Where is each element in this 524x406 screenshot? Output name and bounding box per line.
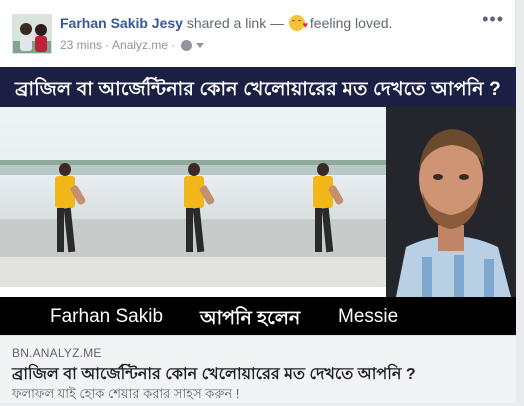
person-photo-2 — [177, 163, 216, 259]
person-photo-3 — [306, 163, 345, 259]
footballer-photo[interactable] — [386, 107, 516, 297]
post-card: Farhan Sakib Jesy shared a link — ♥ feel… — [0, 0, 516, 403]
globe-icon[interactable] — [181, 39, 193, 51]
link-title[interactable]: ব্রাজিল বা আর্জেন্টিনার কোন খেলোয়ারের ম… — [12, 361, 416, 388]
more-options-icon[interactable]: ••• — [482, 10, 504, 28]
chevron-down-icon[interactable] — [196, 42, 205, 48]
image-caption-bar: Farhan Sakib আপনি হলেন Messie — [0, 297, 516, 335]
caption-user-name: Farhan Sakib — [50, 306, 164, 327]
post-headline: Farhan Sakib Jesy shared a link — ♥ feel… — [60, 15, 392, 31]
user-photos-panel[interactable] — [0, 107, 386, 287]
post-timestamp[interactable]: 23 mins — [60, 38, 102, 52]
image-title-banner: ব্রাজিল বা আর্জেন্টিনার কোন খেলোয়ারের ম… — [0, 67, 516, 107]
post-meta: 23 mins · Analyz.me · — [60, 38, 205, 52]
link-preview[interactable]: BN.ANALYZ.ME ব্রাজিল বা আর্জেন্টিনার কোন… — [0, 335, 516, 403]
link-domain: BN.ANALYZ.ME — [12, 346, 102, 360]
image-banner-text: ব্রাজিল বা আর্জেন্টিনার কোন খেলোয়ারের ম… — [15, 79, 501, 100]
author-name[interactable]: Farhan Sakib Jesy — [60, 15, 183, 31]
post-action: shared a link — — [186, 15, 285, 31]
person-photo-1 — [48, 163, 87, 259]
meta-separator-2: · — [171, 38, 176, 52]
ground — [0, 257, 386, 287]
post-header: Farhan Sakib Jesy shared a link — ♥ feel… — [0, 0, 516, 66]
caption-result-name: Messie — [338, 306, 399, 327]
meta-separator: · — [105, 38, 110, 52]
caption-you-are: আপনি হলেন — [200, 308, 301, 329]
avatar[interactable] — [12, 14, 52, 54]
post-via-app[interactable]: Analyz.me — [112, 38, 168, 52]
loved-emoji-icon: ♥ — [289, 15, 308, 31]
feeling-text: feeling loved. — [309, 15, 393, 31]
